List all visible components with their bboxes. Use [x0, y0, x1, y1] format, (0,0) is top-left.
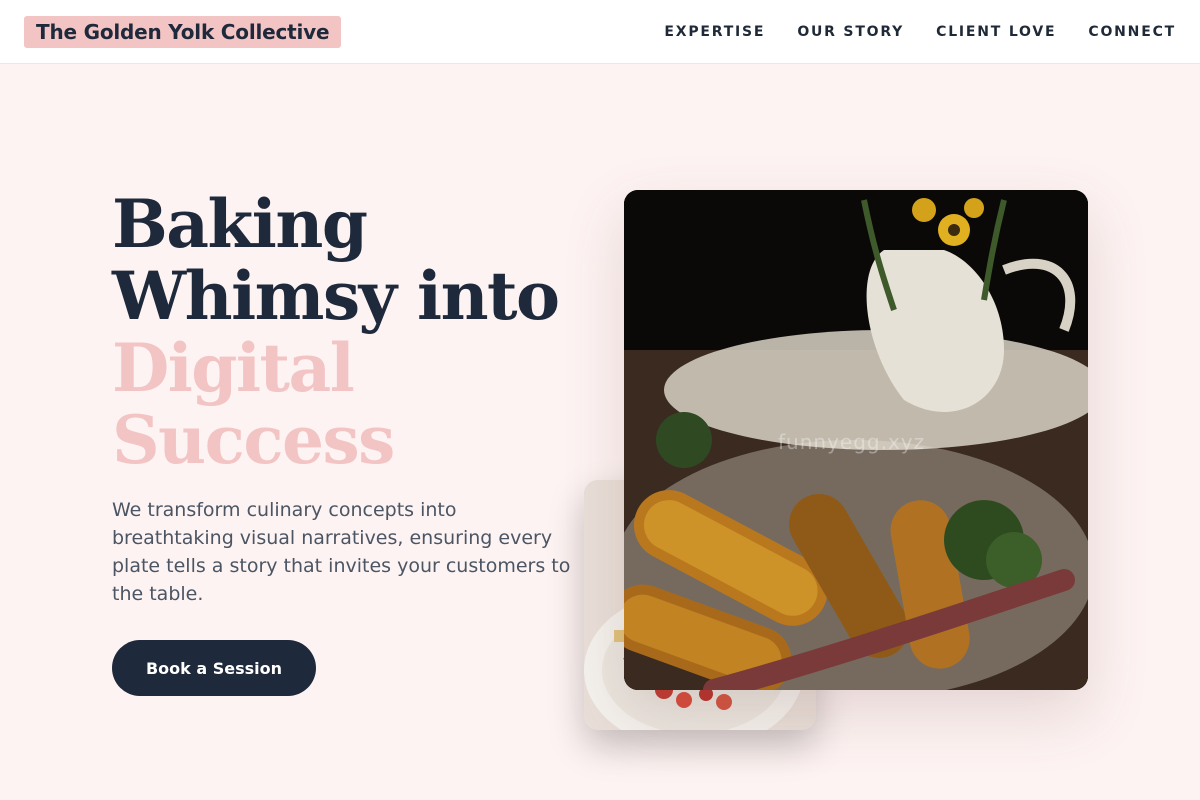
nav-expertise-link[interactable]: EXPERTISE [664, 20, 765, 44]
nav-connect-link[interactable]: CONNECT [1088, 20, 1176, 44]
book-session-button[interactable]: Book a Session [112, 640, 316, 696]
nav-client-love-link[interactable]: CLIENT LOVE [936, 20, 1056, 44]
top-navigation-bar: The Golden Yolk Collective EXPERTISE OUR… [0, 0, 1200, 64]
headline-line-1: Baking [112, 185, 368, 263]
brand-logo[interactable]: The Golden Yolk Collective [24, 16, 342, 48]
hero-headline: Baking Whimsy into Digital Success [112, 188, 592, 476]
hero-description: We transform culinary concepts into brea… [112, 499, 571, 605]
main-food-photo: funnyegg.xyz [624, 190, 1088, 690]
headline-line-2: Whimsy into [112, 257, 560, 335]
nav-our-story-link[interactable]: OUR STORY [797, 20, 904, 44]
headline-line-4: Success [112, 401, 395, 479]
headline-line-3: Digital [112, 329, 355, 407]
main-nav: EXPERTISE OUR STORY CLIENT LOVE CONNECT [664, 20, 1176, 44]
watermark-text: funnyegg.xyz [778, 430, 926, 454]
